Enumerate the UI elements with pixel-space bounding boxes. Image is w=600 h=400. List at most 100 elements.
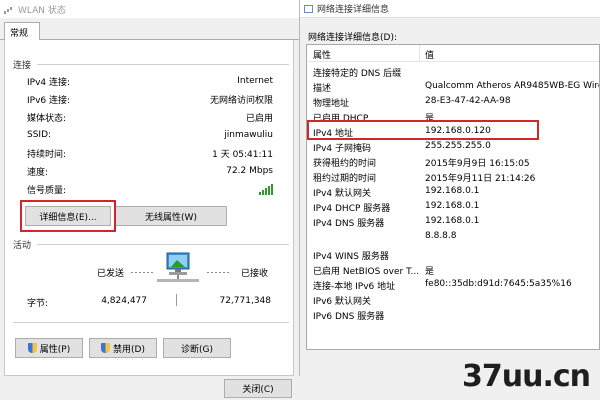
row-media-state: 媒体状态: 已启用 <box>27 110 273 124</box>
bytes-received: 72,771,348 <box>219 296 271 306</box>
window-title: WLAN 状态 <box>18 5 66 16</box>
list-item[interactable]: IPv4 WINS 服务器 <box>307 247 599 262</box>
property-value: 192.168.0.1 <box>425 186 480 196</box>
row-value: 已启用 <box>245 113 273 124</box>
connection-details-window: 网络连接详细信息 网络连接详细信息(D): 属性 值 连接特定的 DNS 后缀 … <box>300 0 600 400</box>
property-name: 连接-本地 IPv6 地址 <box>313 282 396 292</box>
activity-separator <box>176 294 177 306</box>
sent-activity-line <box>131 272 153 273</box>
dialog-button-bar: 关闭(C) <box>0 376 300 400</box>
property-name: 已启用 NetBIOS over T... <box>313 267 420 277</box>
property-name: IPv4 默认网关 <box>313 189 371 199</box>
property-name: IPv4 DHCP 服务器 <box>313 204 391 214</box>
row-label: 媒体状态: <box>27 113 67 124</box>
wlan-status-window: WLAN 状态 常规 连接 IPv4 连接: Internet IPv6 连接:… <box>0 0 300 400</box>
property-name: 连接特定的 DNS 后缀 <box>313 69 402 79</box>
property-value: fe80::35db:d91d:7645:5a35%16 <box>425 279 572 289</box>
sent-label: 已发送 <box>97 269 125 279</box>
close-button[interactable]: 关闭(C) <box>224 379 292 398</box>
group-divider <box>37 244 289 245</box>
property-name: 租约过期的时间 <box>313 174 377 184</box>
site-watermark: 37uu.cn <box>462 359 591 394</box>
row-label: IPv4 连接: <box>27 77 71 88</box>
list-item[interactable]: IPv6 DNS 服务器 <box>307 307 599 322</box>
received-label: 已接收 <box>241 269 269 279</box>
diagnose-button[interactable]: 诊断(G) <box>163 338 231 358</box>
property-value: 192.168.0.1 <box>425 201 480 211</box>
property-value: 192.168.0.1 <box>425 216 480 226</box>
property-value: 2015年9月9日 16:15:05 <box>425 159 530 169</box>
row-label: IPv6 连接: <box>27 95 71 106</box>
bytes-sent: 4,824,477 <box>101 296 147 306</box>
general-panel: 连接 IPv4 连接: Internet IPv6 连接: 无网络访问权限 媒体… <box>4 40 294 376</box>
title-bar: 网络连接详细信息 <box>300 0 600 18</box>
property-value: 28-E3-47-42-AA-98 <box>425 96 511 106</box>
list-item[interactable]: 连接-本地 IPv6 地址 fe80::35db:d91d:7645:5a35%1… <box>307 277 599 292</box>
network-activity-icon <box>157 252 199 282</box>
list-item[interactable]: 连接特定的 DNS 后缀 <box>307 64 599 79</box>
property-value: 2015年9月11日 21:14:26 <box>425 174 536 184</box>
properties-label: 属性(P) <box>39 344 71 355</box>
wireless-properties-button[interactable]: 无线属性(W) <box>115 206 227 226</box>
row-signal-quality: 信号质量: <box>27 182 273 196</box>
column-header-value[interactable]: 值 <box>425 48 434 61</box>
list-item[interactable]: 物理地址 28-E3-47-42-AA-98 <box>307 94 599 109</box>
property-name: IPv4 子网掩码 <box>313 144 371 154</box>
list-header: 属性 值 <box>307 45 599 62</box>
row-label: 信号质量: <box>27 185 67 196</box>
row-ipv6: IPv6 连接: 无网络访问权限 <box>27 92 273 106</box>
property-name: 获得租约的时间 <box>313 159 377 169</box>
list-item[interactable]: IPv4 默认网关 192.168.0.1 <box>307 184 599 199</box>
row-value: Internet <box>237 76 273 86</box>
signal-strength-icon <box>259 183 273 195</box>
row-ipv4: IPv4 连接: Internet <box>27 74 273 88</box>
property-value: 是 <box>425 267 435 277</box>
property-name: IPv4 WINS 服务器 <box>313 252 389 262</box>
column-divider[interactable] <box>419 45 420 61</box>
row-speed: 速度: 72.2 Mbps <box>27 164 273 178</box>
list-item[interactable]: 已启用 NetBIOS over T... 是 <box>307 262 599 277</box>
property-name: IPv6 默认网关 <box>313 297 371 307</box>
shield-icon <box>101 343 111 353</box>
property-name: 描述 <box>313 84 332 94</box>
property-name: IPv4 DNS 服务器 <box>313 219 385 229</box>
disable-label: 禁用(D) <box>113 344 145 355</box>
list-item[interactable]: 8.8.8.8 <box>307 229 599 244</box>
row-label: SSID: <box>27 130 52 140</box>
group-divider <box>37 64 289 65</box>
window-icon <box>304 4 313 13</box>
row-value: jinmawuliu <box>224 130 273 140</box>
shield-icon <box>27 343 37 353</box>
column-header-property[interactable]: 属性 <box>313 48 331 61</box>
list-item[interactable]: 描述 Qualcomm Atheros AR9485WB-EG Wire <box>307 79 599 94</box>
list-item[interactable]: IPv4 DNS 服务器 192.168.0.1 <box>307 214 599 229</box>
window-title: 网络连接详细信息 <box>317 5 390 15</box>
row-value: 无网络访问权限 <box>209 95 273 106</box>
property-value: Qualcomm Atheros AR9485WB-EG Wire <box>425 81 600 91</box>
bytes-label: 字节: <box>27 299 49 309</box>
list-item[interactable]: 获得租约的时间 2015年9月9日 16:15:05 <box>307 154 599 169</box>
property-value: 8.8.8.8 <box>425 231 457 241</box>
activity-group-label: 活动 <box>13 241 32 251</box>
row-label: 持续时间: <box>27 149 67 160</box>
list-item[interactable]: IPv4 子网掩码 255.255.255.0 <box>307 139 599 154</box>
details-button-highlight <box>20 200 116 232</box>
property-name: IPv6 DNS 服务器 <box>313 312 385 322</box>
list-item[interactable]: IPv6 默认网关 <box>307 292 599 307</box>
property-value: 255.255.255.0 <box>425 141 491 151</box>
bottom-divider <box>13 322 289 323</box>
list-item[interactable]: 租约过期的时间 2015年9月11日 21:14:26 <box>307 169 599 184</box>
received-activity-line <box>207 272 231 273</box>
row-ssid: SSID: jinmawuliu <box>27 128 273 142</box>
disable-button[interactable]: 禁用(D) <box>89 338 157 358</box>
row-value: 1 天 05:41:11 <box>212 149 273 160</box>
property-name: 物理地址 <box>313 99 350 109</box>
list-item[interactable]: IPv4 DHCP 服务器 192.168.0.1 <box>307 199 599 214</box>
properties-button[interactable]: 属性(P) <box>15 338 83 358</box>
row-label: 速度: <box>27 167 49 178</box>
wifi-icon <box>4 5 14 14</box>
row-value: 72.2 Mbps <box>226 166 273 176</box>
tab-bar: 常规 <box>0 18 299 41</box>
details-list[interactable]: 属性 值 连接特定的 DNS 后缀 描述 Qualcomm Atheros AR9… <box>306 44 600 350</box>
tab-general[interactable]: 常规 <box>4 22 40 41</box>
